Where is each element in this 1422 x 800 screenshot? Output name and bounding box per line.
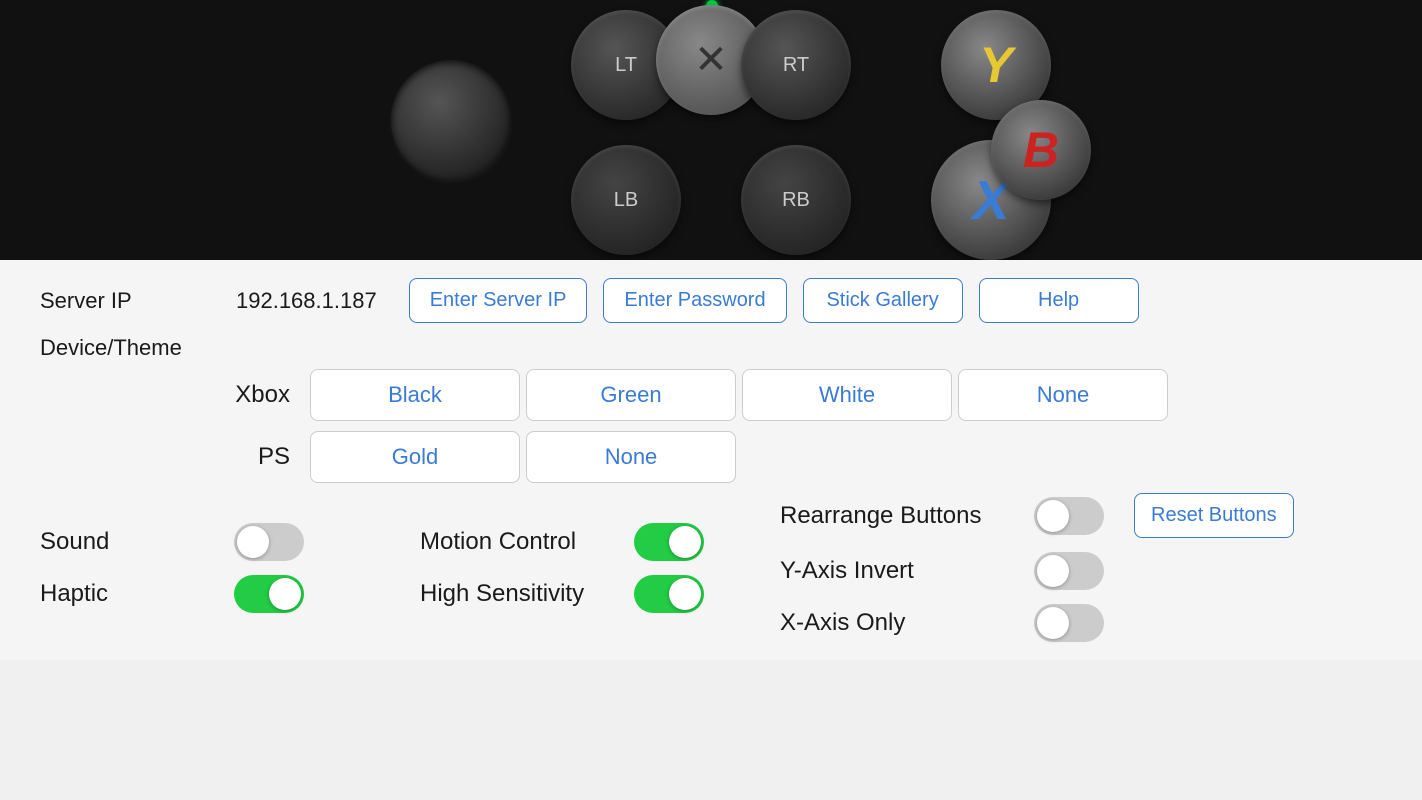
server-ip-value: 192.168.1.187 (236, 288, 377, 314)
stick-gallery-button[interactable]: Stick Gallery (803, 278, 963, 323)
right-controls: Rearrange Buttons Reset Buttons Y-Axis I… (780, 493, 1294, 642)
left-controls: Sound Haptic (40, 523, 400, 613)
rearrange-buttons-label: Rearrange Buttons (780, 502, 1020, 530)
y-axis-invert-toggle[interactable] (1034, 552, 1104, 590)
controller-body: LT ✕ RT Y LB RB X (361, 0, 1061, 260)
ps-gold-button[interactable]: Gold (310, 431, 520, 483)
rb-button[interactable]: RB (741, 145, 851, 255)
rearrange-toggle-group: Rearrange Buttons Reset Buttons (780, 493, 1294, 538)
lb-button[interactable]: LB (571, 145, 681, 255)
rt-button[interactable]: RT (741, 10, 851, 120)
x-axis-only-toggle[interactable] (1034, 604, 1104, 642)
ps-platform-label: PS (40, 443, 310, 471)
high-sensitivity-toggle-group: High Sensitivity (420, 575, 760, 613)
server-ip-label: Server IP (40, 288, 220, 314)
server-ip-row: Server IP 192.168.1.187 Enter Server IP … (40, 278, 1382, 323)
haptic-label: Haptic (40, 580, 220, 608)
high-sensitivity-toggle[interactable] (634, 575, 704, 613)
motion-control-toggle-knob (669, 526, 701, 558)
x-axis-only-label: X-Axis Only (780, 609, 1020, 637)
ps-theme-row: PS Gold None (40, 431, 1382, 483)
motion-control-label: Motion Control (420, 528, 620, 556)
x-axis-only-toggle-group: X-Axis Only (780, 604, 1294, 642)
left-analog-stick (391, 60, 511, 180)
sound-toggle[interactable] (234, 523, 304, 561)
controls-row: Sound Haptic Motion Control (40, 493, 1382, 642)
motion-control-toggle-group: Motion Control (420, 523, 760, 561)
rearrange-buttons-toggle[interactable] (1034, 497, 1104, 535)
settings-panel: Server IP 192.168.1.187 Enter Server IP … (0, 260, 1422, 660)
xbox-theme-row: Xbox Black Green White None (40, 369, 1382, 421)
high-sensitivity-toggle-knob (669, 578, 701, 610)
motion-control-toggle[interactable] (634, 523, 704, 561)
sound-label: Sound (40, 528, 220, 556)
x-axis-only-toggle-knob (1037, 607, 1069, 639)
xbox-logo-icon: ✕ (694, 37, 728, 83)
xbox-none-button[interactable]: None (958, 369, 1168, 421)
haptic-toggle-knob (269, 578, 301, 610)
sound-toggle-group: Sound (40, 523, 400, 561)
sound-toggle-knob (237, 526, 269, 558)
haptic-toggle[interactable] (234, 575, 304, 613)
enter-password-button[interactable]: Enter Password (603, 278, 786, 323)
rearrange-buttons-toggle-knob (1037, 500, 1069, 532)
ps-none-button[interactable]: None (526, 431, 736, 483)
haptic-toggle-group: Haptic (40, 575, 400, 613)
controller-visual: LT ✕ RT Y LB RB X (0, 0, 1422, 260)
device-theme-row: Device/Theme (40, 335, 1382, 361)
xbox-black-button[interactable]: Black (310, 369, 520, 421)
reset-buttons-button[interactable]: Reset Buttons (1134, 493, 1294, 538)
xbox-white-button[interactable]: White (742, 369, 952, 421)
xbox-platform-label: Xbox (40, 381, 310, 409)
y-axis-invert-toggle-group: Y-Axis Invert (780, 552, 1294, 590)
center-controls: Motion Control High Sensitivity (420, 523, 760, 613)
y-axis-invert-label: Y-Axis Invert (780, 557, 1020, 585)
y-axis-invert-toggle-knob (1037, 555, 1069, 587)
help-button[interactable]: Help (979, 278, 1139, 323)
controller-background: LT ✕ RT Y LB RB X (0, 0, 1422, 260)
high-sensitivity-label: High Sensitivity (420, 580, 620, 608)
b-button[interactable]: B (991, 100, 1091, 200)
enter-server-ip-button[interactable]: Enter Server IP (409, 278, 588, 323)
device-theme-label: Device/Theme (40, 335, 220, 361)
xbox-green-button[interactable]: Green (526, 369, 736, 421)
